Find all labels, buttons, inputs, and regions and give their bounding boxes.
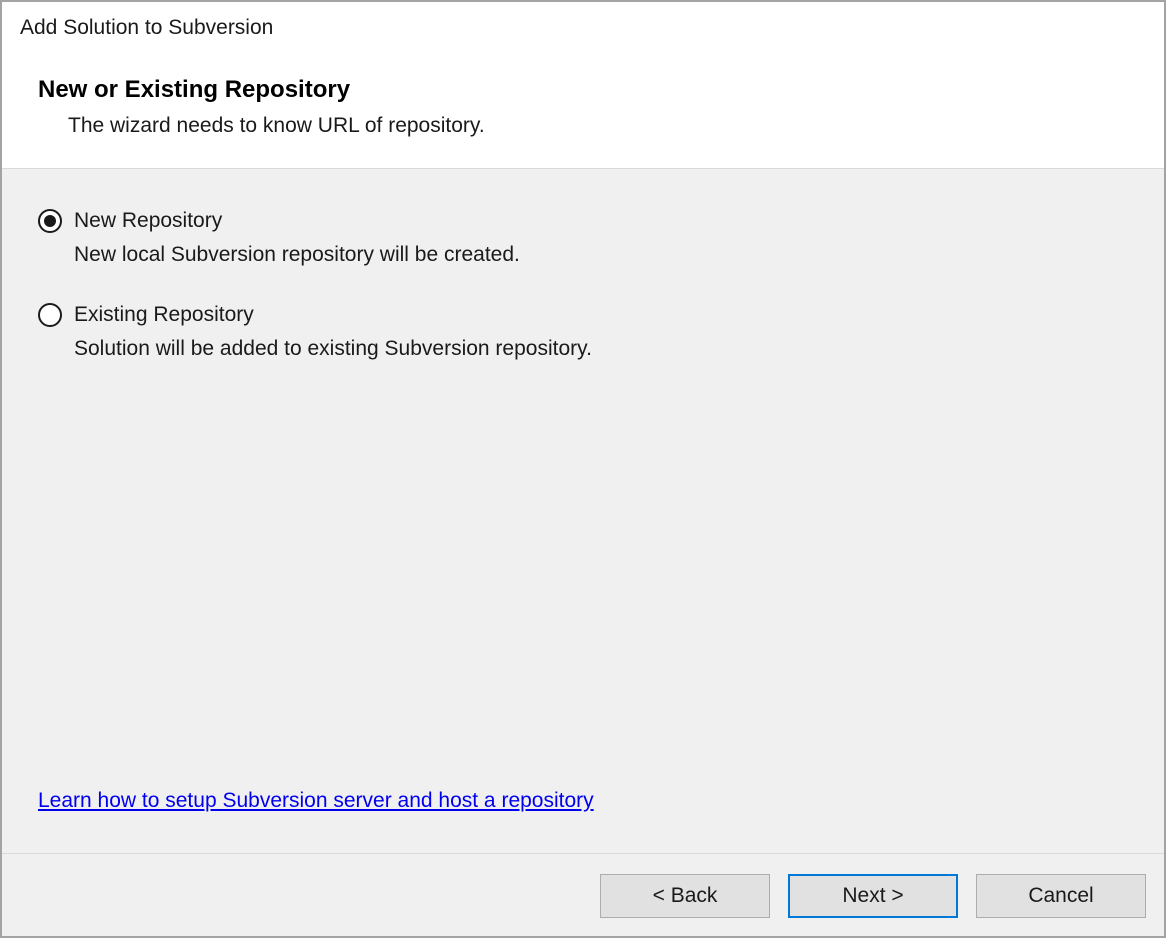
radio-group-new-repo: New Repository New local Subversion repo…: [38, 209, 1128, 267]
cancel-button[interactable]: Cancel: [976, 874, 1146, 918]
radio-label-existing-repo: Existing Repository: [74, 303, 254, 327]
radio-group-existing-repo: Existing Repository Solution will be add…: [38, 303, 1128, 361]
page-subtitle: The wizard needs to know URL of reposito…: [68, 114, 1146, 138]
radio-option-existing-repo[interactable]: Existing Repository: [38, 303, 1128, 327]
radio-desc-new-repo: New local Subversion repository will be …: [74, 243, 1128, 267]
back-button[interactable]: < Back: [600, 874, 770, 918]
dialog-content: New Repository New local Subversion repo…: [2, 169, 1164, 853]
dialog-title: Add Solution to Subversion: [20, 16, 1146, 40]
next-button[interactable]: Next >: [788, 874, 958, 918]
dialog-footer: < Back Next > Cancel: [2, 853, 1164, 936]
radio-unchecked-icon: [38, 303, 62, 327]
help-link-row: Learn how to setup Subversion server and…: [38, 789, 1128, 813]
radio-desc-existing-repo: Solution will be added to existing Subve…: [74, 337, 1128, 361]
dialog-header: Add Solution to Subversion New or Existi…: [2, 2, 1164, 169]
radio-label-new-repo: New Repository: [74, 209, 222, 233]
page-heading: New or Existing Repository: [38, 76, 1146, 104]
radio-option-new-repo[interactable]: New Repository: [38, 209, 1128, 233]
help-link[interactable]: Learn how to setup Subversion server and…: [38, 789, 594, 812]
wizard-dialog: Add Solution to Subversion New or Existi…: [0, 0, 1166, 938]
radio-checked-icon: [38, 209, 62, 233]
